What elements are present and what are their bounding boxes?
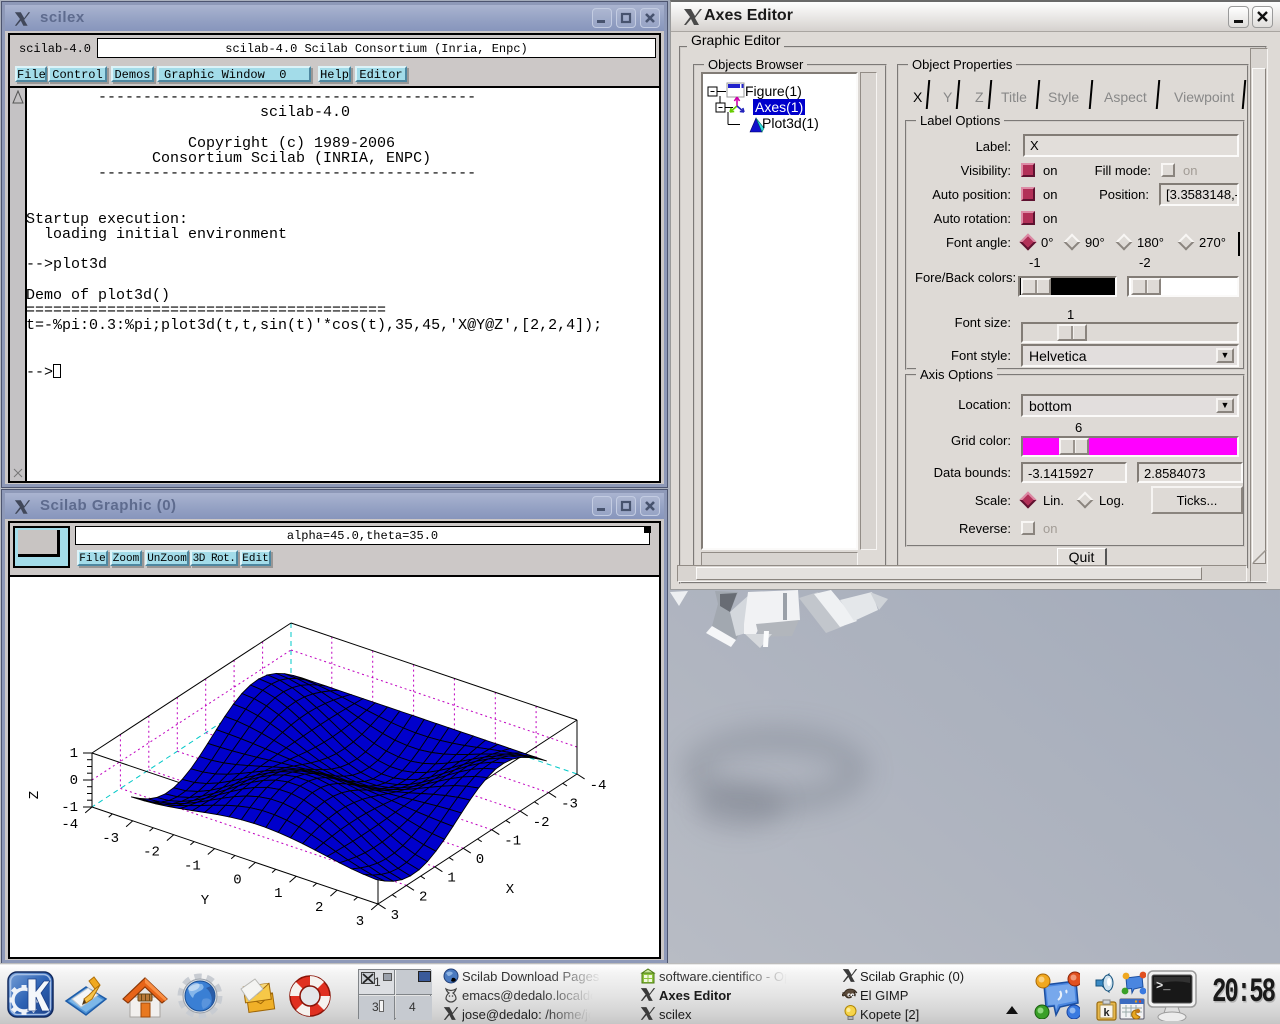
svg-text:>_: >_ <box>1156 979 1171 993</box>
svg-text:1: 1 <box>447 871 455 887</box>
svg-text:2: 2 <box>419 889 427 905</box>
svg-text:0: 0 <box>70 773 78 789</box>
svg-text:0: 0 <box>233 872 241 888</box>
svg-text:-1: -1 <box>504 834 521 850</box>
svg-text:-4: -4 <box>61 817 78 833</box>
svg-text:-4: -4 <box>590 778 607 794</box>
svg-text:-3: -3 <box>561 796 578 812</box>
svg-text:-1: -1 <box>184 859 201 875</box>
svg-text:-2: -2 <box>533 815 550 831</box>
svg-text:3: 3 <box>356 914 364 930</box>
svg-text:-3: -3 <box>102 831 119 847</box>
svg-text:1: 1 <box>70 746 78 762</box>
svg-text:k: k <box>1103 1007 1110 1019</box>
svg-text:1: 1 <box>274 886 282 902</box>
svg-text:2: 2 <box>315 900 323 916</box>
svg-text:-2: -2 <box>143 845 160 861</box>
svg-text:Z: Z <box>27 791 43 799</box>
svg-text:3: 3 <box>391 908 399 924</box>
svg-text:-1: -1 <box>61 800 78 816</box>
svg-text:0: 0 <box>476 852 484 868</box>
svg-text:Y: Y <box>201 893 210 909</box>
svg-text:X: X <box>506 882 515 898</box>
